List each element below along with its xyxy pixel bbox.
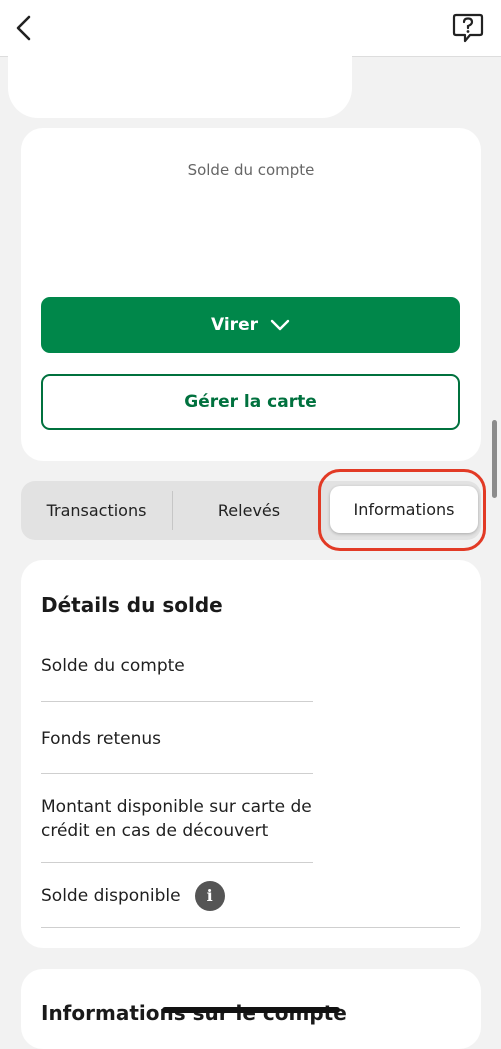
transfer-button[interactable]: Virer — [41, 297, 460, 353]
scrollbar[interactable] — [492, 420, 497, 498]
chevron-down-icon — [270, 319, 290, 331]
help-button[interactable] — [449, 10, 487, 46]
account-info-title: Informations sur le compte — [41, 1001, 347, 1025]
tab-releves[interactable]: Relevés — [173, 481, 325, 540]
details-title: Détails du solde — [41, 593, 223, 617]
tab-transactions-label: Transactions — [46, 501, 147, 520]
chevron-left-icon — [16, 15, 31, 41]
transfer-label: Virer — [211, 315, 258, 335]
back-button[interactable] — [8, 10, 40, 46]
home-indicator — [162, 1007, 340, 1013]
balance-label: Solde du compte — [187, 161, 315, 179]
balance-details-card: Détails du solde Solde du compte Fonds r… — [21, 560, 481, 948]
highlight-annotation — [318, 469, 486, 551]
account-name-pill — [8, 56, 352, 118]
detail-row-account-balance: Solde du compte — [41, 654, 313, 702]
detail-row-label: Solde disponible — [41, 886, 181, 906]
chat-question-icon — [452, 13, 484, 43]
account-summary-card: Solde du compte Virer Gérer la carte — [21, 128, 481, 461]
tab-transactions[interactable]: Transactions — [21, 481, 172, 540]
detail-row-label: Fonds retenus — [41, 729, 162, 749]
manage-card-label: Gérer la carte — [184, 392, 317, 412]
detail-row-held-funds: Fonds retenus — [41, 727, 313, 774]
manage-card-button[interactable]: Gérer la carte — [41, 374, 460, 430]
info-icon[interactable]: i — [194, 881, 225, 911]
detail-row-label: Solde du compte — [41, 656, 185, 676]
tab-releves-label: Relevés — [217, 501, 281, 520]
detail-row-available-balance: Solde disponible i — [41, 881, 460, 928]
detail-row-label: Montant disponible sur carte de crédit e… — [41, 797, 312, 841]
top-app-bar — [0, 0, 501, 57]
detail-row-overdraft-credit: Montant disponible sur carte de crédit e… — [41, 795, 313, 863]
